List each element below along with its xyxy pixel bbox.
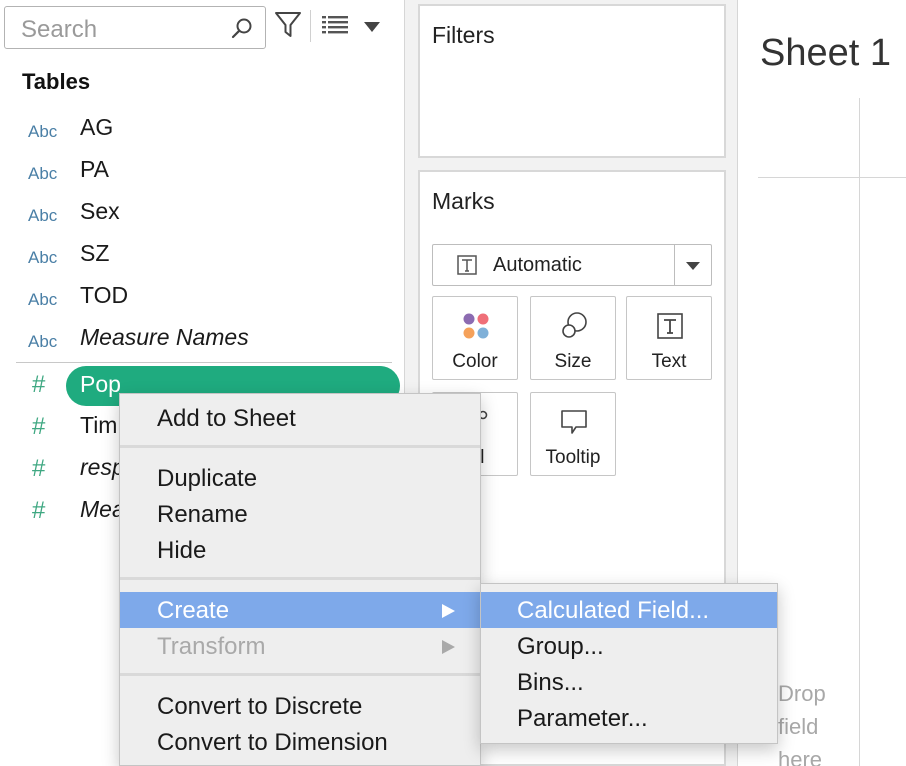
chevron-down-icon[interactable] xyxy=(362,20,382,34)
menu-separator xyxy=(120,445,480,448)
field-name: Pop xyxy=(80,371,121,397)
number-type-icon: # xyxy=(32,371,46,398)
string-type-icon: Abc xyxy=(28,248,58,267)
field-name: Measure Names xyxy=(80,324,249,350)
create-submenu: Calculated Field... Group... Bins... Par… xyxy=(480,583,778,744)
field-name: Sex xyxy=(80,198,120,224)
search-input[interactable]: Search xyxy=(4,6,266,49)
size-button[interactable]: Size xyxy=(530,296,616,380)
filters-shelf[interactable]: Filters xyxy=(418,4,726,158)
filter-icon[interactable] xyxy=(274,10,302,40)
field-sex[interactable]: Abc Sex xyxy=(0,194,404,234)
menu-item-label: Calculated Field... xyxy=(517,597,710,624)
field-sz[interactable]: Abc SZ xyxy=(0,236,404,276)
field-ag[interactable]: Abc AG xyxy=(0,110,404,150)
tables-heading: Tables xyxy=(22,69,91,94)
marks-title: Marks xyxy=(432,188,495,214)
number-type-icon: # xyxy=(32,497,46,524)
color-button[interactable]: Color xyxy=(432,296,518,380)
number-type-icon: # xyxy=(32,455,46,482)
search-placeholder: Search xyxy=(21,16,98,43)
mark-type-dropdown[interactable]: Automatic xyxy=(432,244,712,286)
field-measure-names[interactable]: Abc Measure Names xyxy=(0,320,404,360)
field-context-menu: Add to Sheet Duplicate Rename Hide Creat… xyxy=(119,393,481,766)
drop-field-hint: Drop field here xyxy=(778,677,826,766)
color-label: Color xyxy=(452,351,498,372)
submenu-arrow-icon xyxy=(442,640,455,654)
menu-item-label: Transform xyxy=(157,633,266,660)
string-type-icon: Abc xyxy=(28,290,58,309)
field-name: AG xyxy=(80,114,114,140)
list-view-icon[interactable] xyxy=(322,14,348,38)
menu-item-label: Duplicate xyxy=(157,465,258,492)
menu-separator xyxy=(120,577,480,580)
text-mark-icon xyxy=(457,255,477,275)
text-button[interactable]: Text xyxy=(626,296,712,380)
menu-item-parameter[interactable]: Parameter... xyxy=(481,700,777,736)
drop-hint-line: field xyxy=(778,714,819,739)
field-name: SZ xyxy=(80,240,110,266)
string-type-icon: Abc xyxy=(28,122,58,141)
text-label: Text xyxy=(651,351,687,372)
menu-item-duplicate[interactable]: Duplicate xyxy=(120,460,480,496)
menu-item-convert-to-discrete[interactable]: Convert to Discrete xyxy=(120,688,480,724)
field-tod[interactable]: Abc TOD xyxy=(0,278,404,318)
chevron-down-icon[interactable] xyxy=(685,261,701,271)
menu-item-group[interactable]: Group... xyxy=(481,628,777,664)
submenu-arrow-icon xyxy=(442,604,455,618)
menu-item-transform: Transform xyxy=(120,628,480,664)
menu-separator xyxy=(120,673,480,676)
mark-type-value: Automatic xyxy=(493,254,582,276)
menu-item-label: Convert to Dimension xyxy=(157,729,388,756)
menu-item-label: Bins... xyxy=(517,669,584,696)
menu-item-hide[interactable]: Hide xyxy=(120,532,480,568)
drop-hint-line: here xyxy=(778,747,823,766)
size-icon xyxy=(562,312,587,338)
search-icon[interactable] xyxy=(231,17,253,39)
menu-item-label: Convert to Discrete xyxy=(157,693,363,720)
field-name: PA xyxy=(80,156,109,182)
color-icon xyxy=(463,313,489,339)
field-name: TOD xyxy=(80,282,129,308)
menu-item-label: Rename xyxy=(157,501,248,528)
tooltip-label: Tooltip xyxy=(545,447,601,468)
sheet-title[interactable]: Sheet 1 xyxy=(760,32,891,75)
menu-item-label: Hide xyxy=(157,537,207,564)
menu-item-rename[interactable]: Rename xyxy=(120,496,480,532)
menu-item-calculated-field[interactable]: Calculated Field... xyxy=(481,592,777,628)
menu-item-label: Parameter... xyxy=(517,705,648,732)
menu-item-label: Group... xyxy=(517,633,604,660)
string-type-icon: Abc xyxy=(28,164,58,183)
field-pa[interactable]: Abc PA xyxy=(0,152,404,192)
tooltip-icon xyxy=(561,410,587,434)
dimension-measure-divider xyxy=(16,362,392,363)
drop-hint-line: Drop xyxy=(778,681,826,706)
menu-item-bins[interactable]: Bins... xyxy=(481,664,777,700)
dropdown-divider xyxy=(674,245,675,285)
size-label: Size xyxy=(554,351,592,372)
sheet-grid-horizontal xyxy=(758,177,906,178)
filters-title: Filters xyxy=(432,22,495,48)
menu-item-convert-to-dimension[interactable]: Convert to Dimension xyxy=(120,724,480,760)
toolbar-divider xyxy=(310,10,311,42)
tooltip-button[interactable]: Tooltip xyxy=(530,392,616,476)
menu-item-create[interactable]: Create xyxy=(120,592,480,628)
menu-item-add-to-sheet[interactable]: Add to Sheet xyxy=(120,400,480,436)
string-type-icon: Abc xyxy=(28,206,58,225)
text-icon xyxy=(657,313,683,339)
string-type-icon: Abc xyxy=(28,332,58,351)
field-name: Tim xyxy=(80,412,118,438)
menu-item-label: Add to Sheet xyxy=(157,405,296,432)
number-type-icon: # xyxy=(32,413,46,440)
sheet-grid-vertical xyxy=(859,98,860,766)
menu-item-label: Create xyxy=(157,597,230,624)
